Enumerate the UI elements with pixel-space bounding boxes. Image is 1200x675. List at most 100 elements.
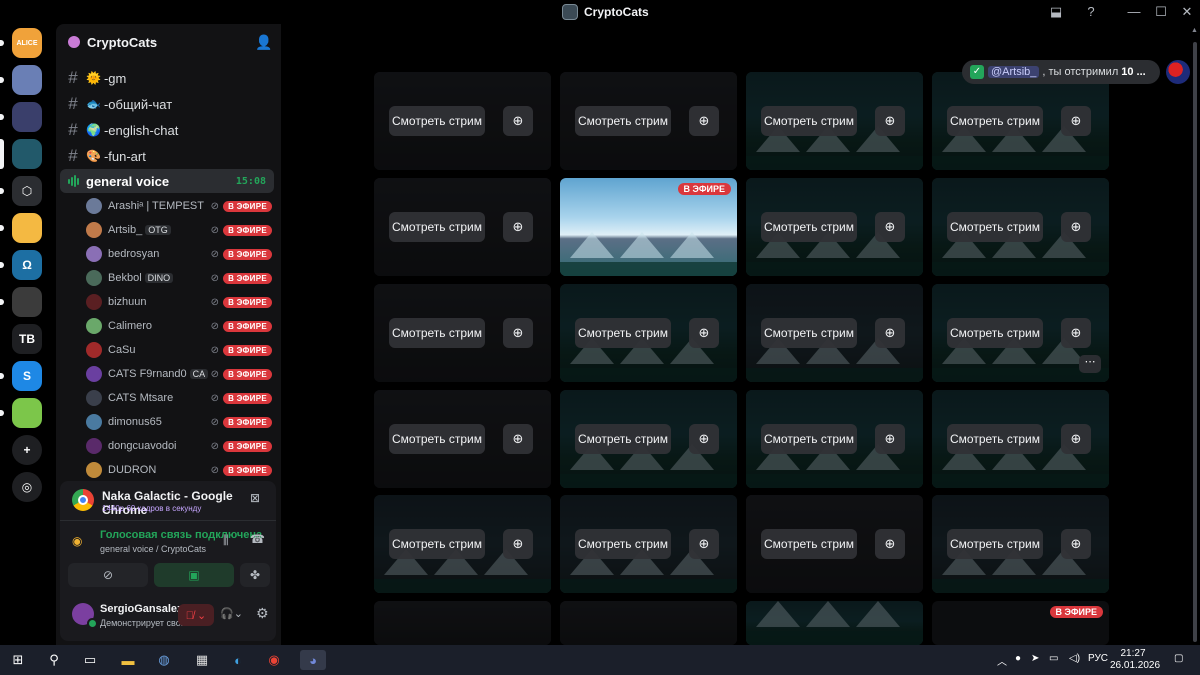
camera-button[interactable]: ⊘ — [68, 563, 148, 587]
app-icon-qb[interactable]: ◍ — [154, 650, 174, 670]
join-stream-icon[interactable]: ⊕ — [875, 106, 905, 136]
settings-gear-icon[interactable]: ⚙ — [256, 605, 269, 622]
voice-user[interactable]: CATS Mtsare ⊘ В ЭФИРЕ — [86, 386, 272, 410]
join-stream-icon[interactable]: ⊕ — [875, 529, 905, 559]
stream-tile[interactable]: Смотреть стрим ⊕ — [560, 72, 737, 170]
server-server-5[interactable]: ⬡ — [12, 176, 42, 206]
channel-item[interactable]: # 🐟 -общий-чат — [60, 92, 274, 116]
scrollbar[interactable]: ▲ — [1190, 24, 1200, 645]
task-view-icon[interactable]: ▭ — [80, 650, 100, 670]
more-options-icon[interactable]: ⋯ — [1079, 355, 1101, 373]
deafen-icon[interactable]: 🎧⌄ — [220, 607, 243, 620]
join-stream-icon[interactable]: ⊕ — [1061, 424, 1091, 454]
watch-stream-button[interactable]: Смотреть стрим — [947, 529, 1043, 559]
language-indicator[interactable]: РУС — [1088, 653, 1108, 664]
user-avatar[interactable] — [72, 603, 98, 629]
join-stream-icon[interactable]: ⊕ — [503, 318, 533, 348]
stream-tile[interactable]: Смотреть стрим ⊕ — [932, 495, 1109, 593]
stream-tile[interactable]: Смотреть стрим ⊕ — [746, 284, 923, 382]
windows-start-icon[interactable]: ⊞ — [8, 650, 28, 670]
join-stream-icon[interactable]: ⊕ — [875, 212, 905, 242]
connection-channel[interactable]: general voice / CryptoCats — [100, 544, 206, 554]
discord-taskbar-icon[interactable]: ◕ — [300, 650, 326, 670]
server-alice[interactable]: ALICE — [12, 28, 42, 58]
stream-tile[interactable] — [560, 601, 737, 645]
network-tray-icon[interactable]: ▭ — [1049, 653, 1058, 664]
clock[interactable]: 21:27 26.01.2026 — [1110, 648, 1160, 672]
invite-icon[interactable]: 👤 — [255, 34, 272, 51]
stream-tile[interactable]: Смотреть стрим ⊕ — [374, 284, 551, 382]
server-server-6[interactable] — [12, 213, 42, 243]
inbox-icon[interactable]: ⬓ — [1047, 3, 1065, 21]
join-stream-icon[interactable]: ⊕ — [503, 424, 533, 454]
server-server-11[interactable] — [12, 398, 42, 428]
watch-stream-button[interactable]: Смотреть стрим — [389, 212, 485, 242]
file-explorer-icon[interactable]: ▬ — [118, 650, 138, 670]
edge-icon[interactable]: ◐ — [228, 650, 248, 670]
voice-channel-general[interactable]: general voice 15:08 — [60, 169, 274, 193]
server-server-8[interactable] — [12, 287, 42, 317]
stream-tile[interactable]: Смотреть стрим ⊕ — [932, 72, 1109, 170]
voice-user[interactable]: DUDRON ⊘ В ЭФИРЕ — [86, 458, 272, 482]
voice-user[interactable]: bedrosyan ⊘ В ЭФИРЕ — [86, 242, 272, 266]
join-stream-icon[interactable]: ⊕ — [1061, 529, 1091, 559]
watch-stream-button[interactable]: Смотреть стрим — [389, 424, 485, 454]
voice-user[interactable]: CATS F9rnand0 CA ⊘ В ЭФИРЕ — [86, 362, 272, 386]
tray-chevron-icon[interactable]: ︿ — [997, 653, 1007, 668]
stream-tile[interactable]: Смотреть стрим ⊕ — [560, 390, 737, 488]
join-stream-icon[interactable]: ⊕ — [503, 106, 533, 136]
voice-user[interactable]: Artsib_ OTG ⊘ В ЭФИРЕ — [86, 218, 272, 242]
guild-header[interactable]: CryptoCats ⌄ 👤 — [56, 24, 281, 62]
mic-tray-icon[interactable]: ● — [1015, 653, 1021, 664]
minimize-button[interactable]: — — [1125, 3, 1143, 21]
stream-tile[interactable]: Смотреть стрим ⊕ — [374, 390, 551, 488]
watch-stream-button[interactable]: Смотреть стрим — [761, 318, 857, 348]
watch-stream-button[interactable]: Смотреть стрим — [947, 318, 1043, 348]
watch-stream-button[interactable]: Смотреть стрим — [389, 106, 485, 136]
voice-user[interactable]: dongcuavodoi ⊘ В ЭФИРЕ — [86, 434, 272, 458]
stream-tile[interactable]: В ЭФИРЕ — [932, 601, 1109, 645]
join-stream-icon[interactable]: ⊕ — [503, 212, 533, 242]
watch-stream-button[interactable]: Смотреть стрим — [761, 106, 857, 136]
stream-tile[interactable] — [374, 601, 551, 645]
notifications-icon[interactable]: ▢ — [1174, 653, 1183, 664]
watch-stream-button[interactable]: Смотреть стрим — [947, 212, 1043, 242]
watch-stream-button[interactable]: Смотреть стрим — [389, 529, 485, 559]
stream-tile[interactable]: Смотреть стрим ⊕ — [746, 72, 923, 170]
server-server-7[interactable]: Ω — [12, 250, 42, 280]
watch-stream-button[interactable]: Смотреть стрим — [575, 318, 671, 348]
watch-stream-button[interactable]: Смотреть стрим — [761, 529, 857, 559]
chrome-taskbar-icon[interactable]: ◉ — [264, 650, 284, 670]
watch-stream-button[interactable]: Смотреть стрим — [575, 424, 671, 454]
server-discover[interactable]: ◎ — [12, 472, 42, 502]
search-icon[interactable]: ⚲ — [44, 650, 64, 670]
join-stream-icon[interactable]: ⊕ — [875, 424, 905, 454]
help-icon[interactable]: ? — [1082, 3, 1100, 21]
stream-tile[interactable]: Смотреть стрим ⊕ — [374, 72, 551, 170]
voice-user[interactable]: Bekbol DINO ⊘ В ЭФИРЕ — [86, 266, 272, 290]
join-stream-icon[interactable]: ⊕ — [689, 424, 719, 454]
server-server-10[interactable]: S — [12, 361, 42, 391]
stream-tile[interactable]: Смотреть стрим ⊕ — [374, 495, 551, 593]
channel-item[interactable]: # 🌍 -english-chat — [60, 118, 274, 142]
watch-stream-button[interactable]: Смотреть стрим — [947, 424, 1043, 454]
join-stream-icon[interactable]: ⊕ — [1061, 212, 1091, 242]
calendar-app-icon[interactable]: ▦ — [192, 650, 212, 670]
watch-stream-button[interactable]: Смотреть стрим — [761, 424, 857, 454]
watch-stream-button[interactable]: Смотреть стрим — [389, 318, 485, 348]
stop-stream-icon[interactable]: ⊠ — [250, 491, 260, 505]
stream-tile[interactable]: Смотреть стрим ⊕ — [932, 178, 1109, 276]
server-server-3[interactable] — [12, 102, 42, 132]
scroll-thumb[interactable] — [1193, 42, 1197, 642]
location-tray-icon[interactable]: ➤ — [1031, 653, 1039, 664]
join-stream-icon[interactable]: ⊕ — [503, 529, 533, 559]
close-button[interactable]: ✕ — [1178, 3, 1196, 21]
mute-button[interactable]: 🎙̸ ⌄ — [178, 604, 214, 626]
watch-stream-button[interactable]: Смотреть стрим — [575, 529, 671, 559]
voice-user[interactable]: bizhuun ⊘ В ЭФИРЕ — [86, 290, 272, 314]
stream-tile[interactable]: В ЭФИРЕ — [560, 178, 737, 276]
toast-avatar[interactable] — [1166, 60, 1190, 84]
join-stream-icon[interactable]: ⊕ — [875, 318, 905, 348]
server-add-server[interactable]: + — [12, 435, 42, 465]
disconnect-icon[interactable]: ☎ — [250, 532, 265, 546]
